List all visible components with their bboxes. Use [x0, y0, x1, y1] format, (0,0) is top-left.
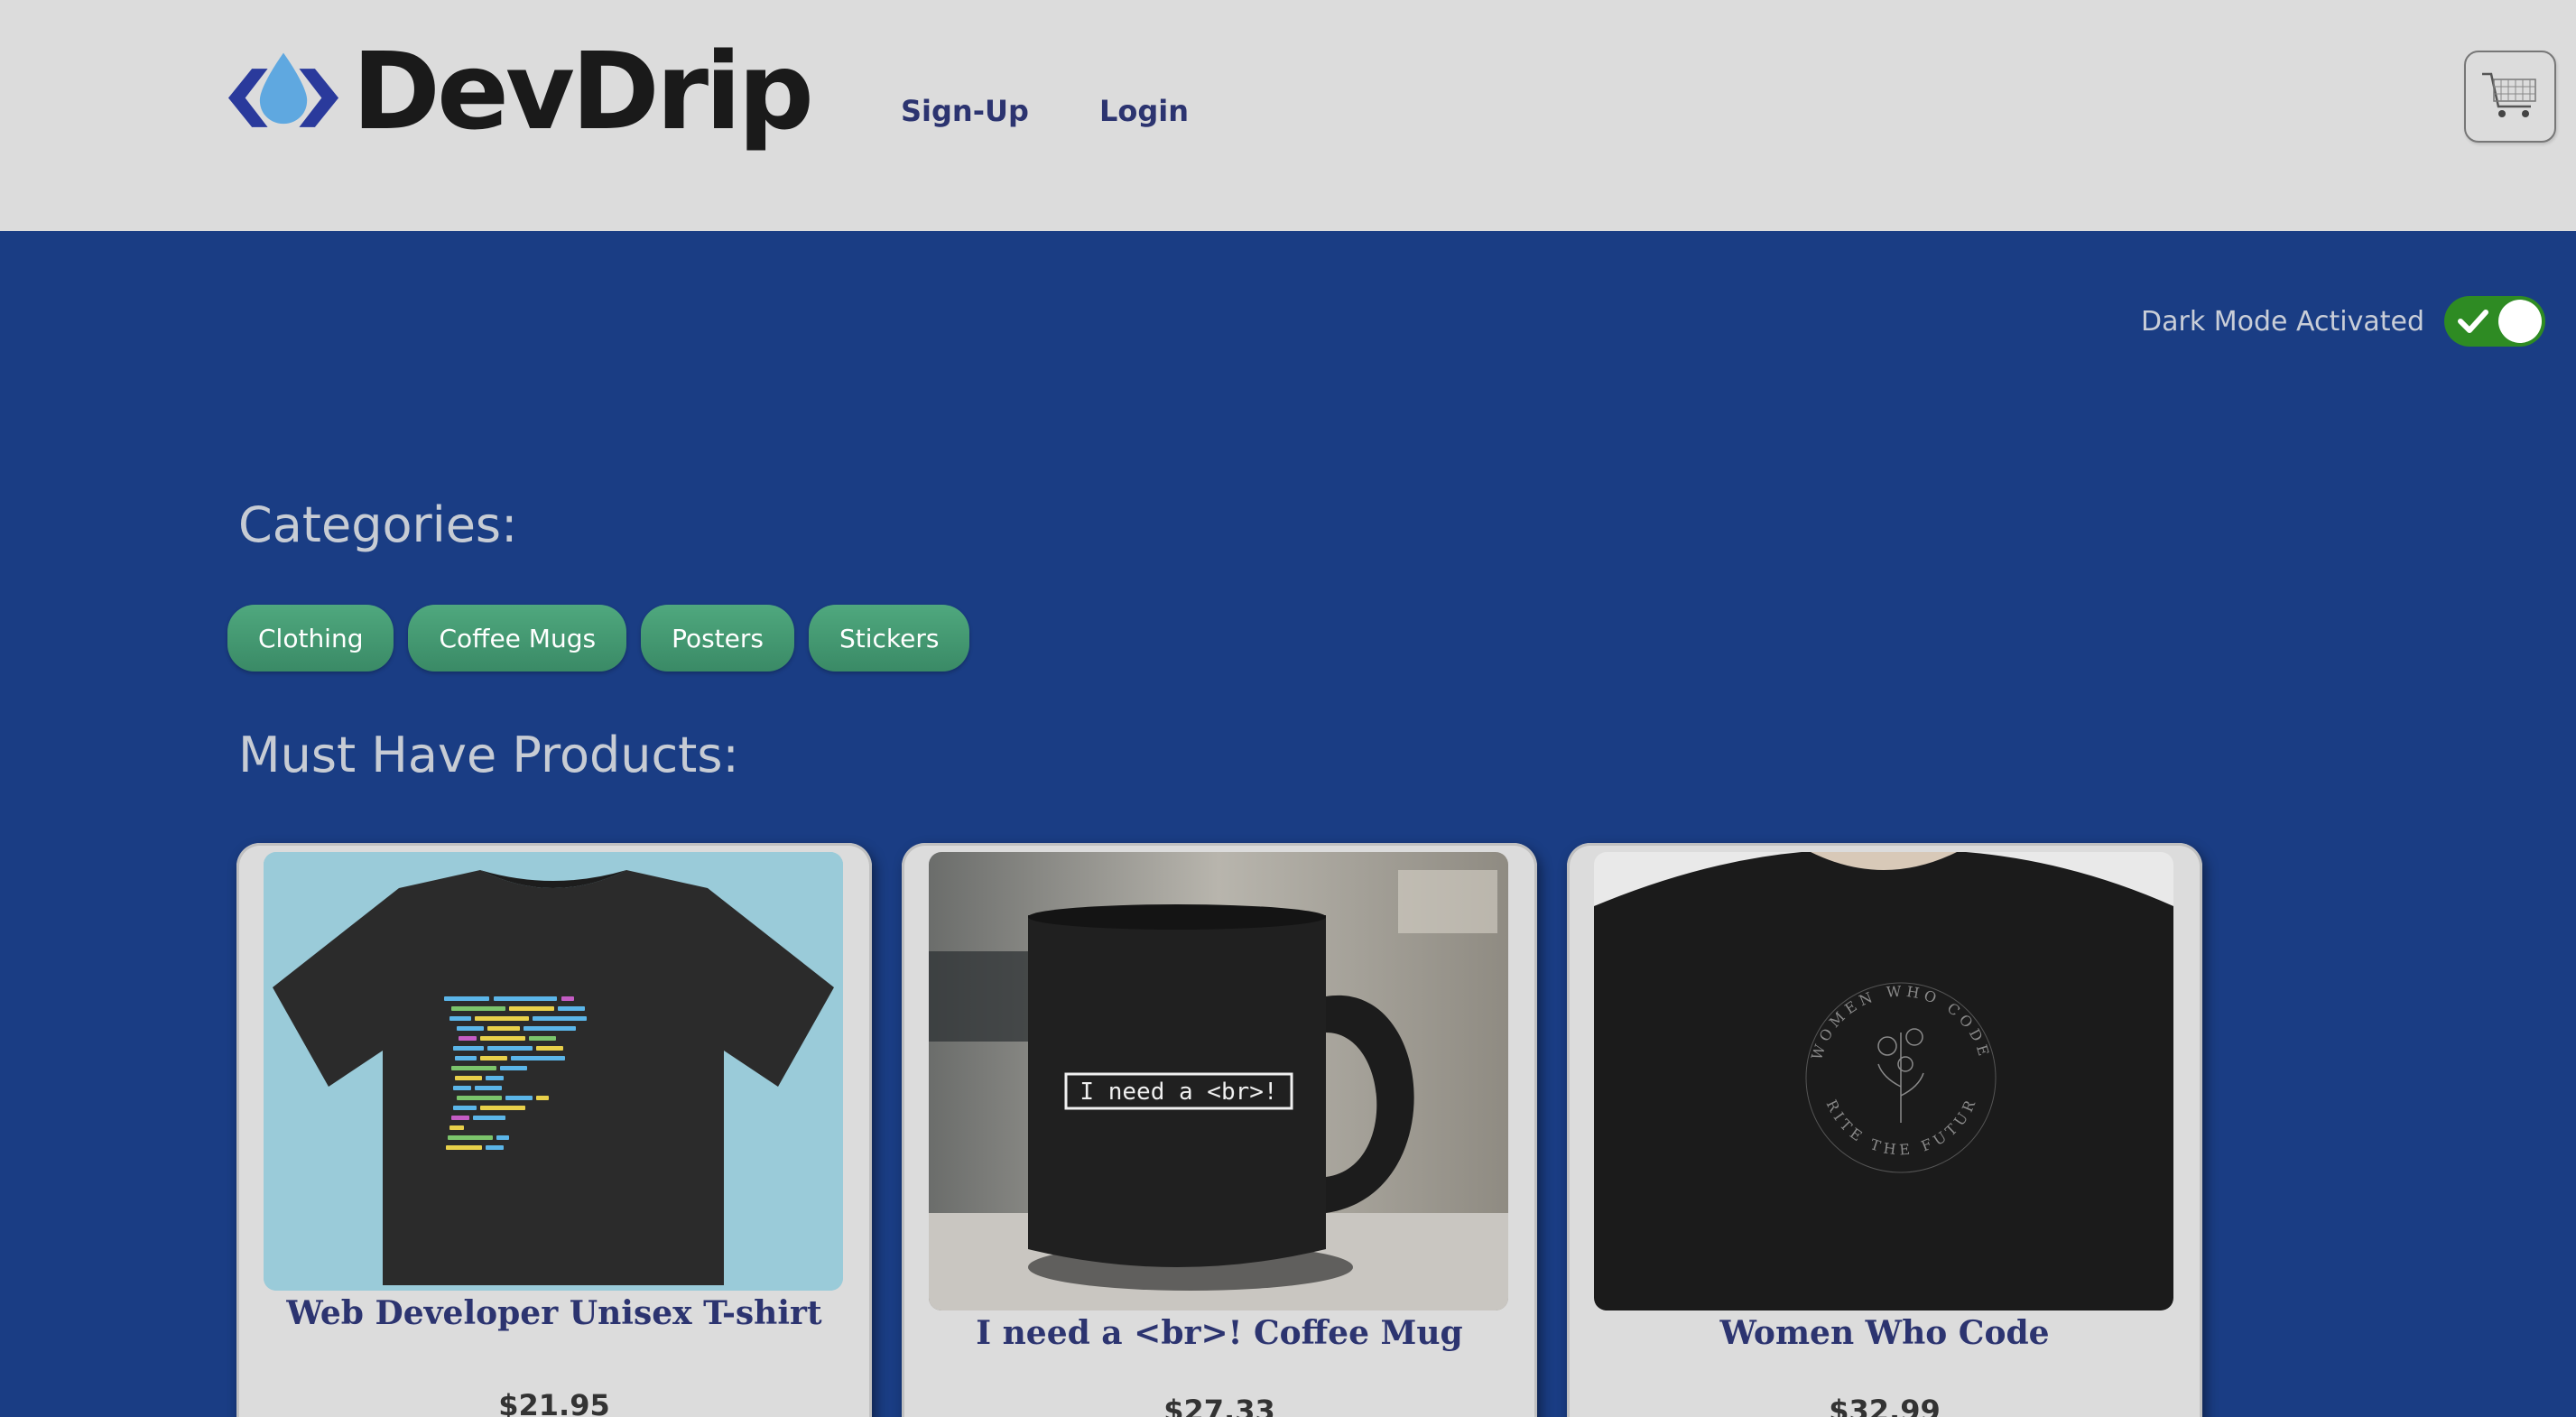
code-line [494, 996, 557, 1001]
code-line [536, 1096, 549, 1100]
site-header: DevDrip Sign-Up Login [0, 0, 2576, 231]
code-line [446, 1145, 482, 1150]
category-stickers-button[interactable]: Stickers [809, 605, 970, 671]
product-card[interactable]: I need a <br>! I need a <br>! Coffee Mug… [902, 843, 1537, 1417]
code-line [449, 1125, 464, 1130]
code-line [448, 1135, 493, 1140]
logo-text: DevDrip [352, 29, 814, 153]
product-image-mug[interactable]: I need a <br>! [929, 852, 1508, 1310]
product-price: $32.99 [1829, 1394, 1941, 1417]
code-line [496, 1135, 509, 1140]
code-line [453, 1106, 477, 1110]
code-line [451, 1066, 496, 1070]
toggle-knob [2498, 300, 2542, 343]
tshirt-image [264, 852, 843, 1291]
code-line [486, 1076, 504, 1080]
mug-print-text: I need a <br>! [1080, 1079, 1277, 1106]
code-line [457, 1096, 502, 1100]
product-image-tshirt[interactable] [264, 852, 843, 1291]
mug-image: I need a <br>! [929, 852, 1508, 1310]
nav-signup-link[interactable]: Sign-Up [901, 94, 1029, 128]
code-line [473, 1116, 505, 1120]
code-line [444, 996, 489, 1001]
product-price: $27.33 [1163, 1394, 1275, 1417]
code-line [453, 1086, 471, 1090]
category-posters-button[interactable]: Posters [641, 605, 794, 671]
code-line [451, 1116, 469, 1120]
dark-mode-label: Dark Mode Activated [2141, 305, 2424, 338]
code-line [524, 1026, 576, 1031]
nav-login-link[interactable]: Login [1099, 94, 1189, 128]
checkmark-icon [2458, 310, 2488, 333]
code-line [533, 1016, 587, 1021]
site-logo[interactable]: DevDrip [224, 23, 814, 159]
product-name[interactable]: Women Who Code [1567, 1314, 2202, 1352]
product-name[interactable]: I need a <br>! Coffee Mug [902, 1314, 1537, 1352]
code-line [480, 1106, 525, 1110]
code-line [455, 1076, 482, 1080]
dark-mode-toggle[interactable] [2444, 296, 2545, 347]
cart-button[interactable] [2464, 51, 2556, 143]
code-line [455, 1056, 477, 1060]
code-line [459, 1036, 477, 1041]
sweatshirt-image: WOMEN WHO CODE WRITE THE FUTURE [1594, 852, 2173, 1310]
shopping-cart-icon [2482, 72, 2536, 117]
product-card[interactable]: WOMEN WHO CODE WRITE THE FUTURE Women Wh… [1567, 843, 2202, 1417]
product-card[interactable]: Web Developer Unisex T-shirt $21.95 [236, 843, 872, 1417]
code-line [487, 1046, 533, 1051]
code-line [475, 1016, 529, 1021]
product-price: $21.95 [498, 1388, 610, 1417]
code-line [509, 1006, 554, 1011]
code-line [451, 1006, 505, 1011]
product-image-sweatshirt[interactable]: WOMEN WHO CODE WRITE THE FUTURE [1594, 852, 2173, 1310]
code-line [480, 1036, 525, 1041]
dark-mode-toggle-group: Dark Mode Activated [2141, 296, 2545, 347]
code-line [480, 1056, 507, 1060]
category-coffee-mugs-button[interactable]: Coffee Mugs [408, 605, 627, 671]
code-line [505, 1096, 533, 1100]
code-line [536, 1046, 563, 1051]
category-clothing-button[interactable]: Clothing [227, 605, 394, 671]
code-line [511, 1056, 565, 1060]
product-name[interactable]: Web Developer Unisex T-shirt [236, 1294, 872, 1332]
code-line [561, 996, 574, 1001]
code-line [457, 1026, 484, 1031]
code-line [453, 1046, 484, 1051]
code-line [475, 1086, 502, 1090]
drip-logo-icon [227, 52, 339, 127]
code-line [529, 1036, 556, 1041]
code-line [500, 1066, 527, 1070]
code-line [487, 1026, 520, 1031]
products-title: Must Have Products: [238, 727, 739, 783]
code-line [449, 1016, 471, 1021]
category-list: Clothing Coffee Mugs Posters Stickers [227, 605, 970, 671]
categories-title: Categories: [238, 496, 518, 553]
code-line [486, 1145, 504, 1150]
code-line [558, 1006, 585, 1011]
